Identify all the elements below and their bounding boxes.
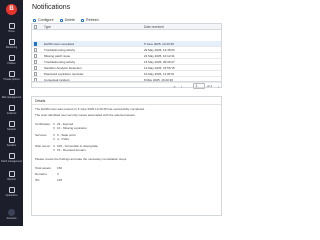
nav-label: Policies: [7, 62, 16, 65]
row-checkbox[interactable]: [33, 60, 37, 64]
select-all-checkbox[interactable]: [33, 25, 37, 29]
home-icon: [8, 23, 15, 29]
box-icon: [8, 137, 15, 143]
nav-label: Patch management: [1, 160, 22, 163]
details-intro: The EASM scan was posted on 5 June 2025 …: [35, 107, 145, 111]
field-value: 15 - Revoked domain: [57, 148, 86, 152]
shield-icon: [8, 55, 15, 61]
nav-item-home[interactable]: Home: [0, 23, 23, 33]
next-page-icon[interactable]: ›: [216, 84, 221, 89]
first-page-icon[interactable]: «: [172, 84, 177, 89]
details-divider: [32, 104, 221, 105]
notifications-table: Type Date received EASM scan completed 5…: [31, 23, 222, 89]
field-label: Certificates: [35, 122, 51, 126]
lock-icon: [8, 187, 15, 193]
pagination: « ‹ 1 of 1 ›: [32, 81, 221, 89]
column-header-type[interactable]: Type: [44, 24, 51, 30]
stat-label: Total assets: [35, 166, 51, 170]
field-value: 4 - CVEs: [57, 137, 70, 141]
nav-label: Reports: [7, 178, 16, 181]
field-label: Web server: [35, 144, 51, 148]
nav-item-patch-management[interactable]: Patch management: [0, 153, 23, 163]
nav-item-quarantine[interactable]: Quarantine: [0, 187, 23, 197]
bullet-icon: [53, 133, 56, 136]
bullet-icon: [53, 137, 56, 140]
table-header: Type Date received: [32, 24, 221, 30]
gear-icon: [33, 18, 36, 22]
nav-item-monitoring[interactable]: Monitoring: [0, 39, 23, 49]
account-label: Accounts: [6, 217, 17, 220]
nav-label: Home: [8, 30, 15, 33]
nav-item-risk-management[interactable]: Risk management: [0, 89, 23, 99]
row-checkbox[interactable]: [33, 54, 37, 58]
crosshair-icon: [8, 71, 15, 77]
refresh-button[interactable]: Refresh: [80, 18, 99, 22]
avatar: [8, 209, 15, 216]
nav-item-network[interactable]: Network: [0, 121, 23, 131]
nav-label: Sandbox: [6, 144, 17, 147]
details-title: Details: [35, 99, 46, 103]
patch-icon: [8, 153, 15, 159]
nav-item-threats-xplorer[interactable]: Threats Xplorer: [0, 71, 23, 81]
nav-label: Incidents: [6, 112, 17, 115]
refresh-icon: [80, 18, 84, 22]
stat-label: IPs: [35, 178, 40, 182]
report-icon: [8, 171, 15, 177]
bullet-icon: [53, 126, 56, 129]
nav-item-incidents[interactable]: Incidents: [0, 105, 23, 115]
row-checkbox[interactable]: [33, 48, 37, 52]
delete-button[interactable]: Delete: [59, 18, 75, 22]
nav-label: Threats Xplorer: [3, 78, 20, 81]
main-content: Notifications Configure Delete Refresh T…: [23, 0, 224, 226]
row-checkbox[interactable]: [33, 42, 37, 46]
configure-button[interactable]: Configure: [33, 18, 54, 22]
delete-label: Delete: [64, 18, 75, 22]
nav-label: Network: [7, 128, 16, 131]
nav-label: Quarantine: [5, 194, 18, 197]
nav-label: Monitoring: [5, 46, 18, 49]
nav-item-policies[interactable]: Policies: [0, 55, 23, 65]
account-menu[interactable]: Accounts: [0, 208, 23, 226]
bullet-icon: [53, 122, 56, 125]
bullet-icon: [53, 148, 56, 151]
stat-label: Domains: [35, 172, 47, 176]
sidebar: B Home Monitoring Policies Threats Xplor…: [0, 0, 23, 226]
trash-icon: [59, 18, 63, 22]
column-header-date[interactable]: Date received: [144, 24, 164, 30]
nav-item-sandbox[interactable]: Sandbox: [0, 137, 23, 147]
gauge-icon: [8, 89, 15, 95]
refresh-label: Refresh: [85, 18, 99, 22]
network-icon: [8, 121, 15, 127]
row-checkbox[interactable]: [33, 66, 37, 70]
row-checkbox[interactable]: [33, 72, 37, 76]
configure-label: Configure: [38, 18, 54, 22]
field-label: Services: [35, 133, 47, 137]
monitor-icon: [8, 39, 15, 45]
stat-value: 3: [57, 172, 59, 176]
prev-page-icon[interactable]: ‹: [179, 84, 184, 89]
stat-value: 150: [57, 166, 63, 170]
alert-icon: [8, 105, 15, 111]
page-count: of 1: [207, 84, 213, 88]
nav-item-reports[interactable]: Reports: [0, 171, 23, 181]
details-intro-2: The scan identified new security issues …: [35, 113, 136, 117]
stat-value: 148: [57, 178, 63, 182]
logo: B: [6, 4, 17, 15]
page-number-input[interactable]: 1: [193, 83, 205, 89]
page-title: Notifications: [32, 4, 71, 11]
nav-label: Risk management: [1, 96, 22, 99]
bullet-icon: [53, 144, 56, 147]
details-panel: Details The EASM scan was posted on 5 Ju…: [31, 96, 222, 216]
field-value: 10 - Missing expiration: [57, 126, 88, 130]
review-text: Please review the findings and take the …: [35, 157, 128, 161]
